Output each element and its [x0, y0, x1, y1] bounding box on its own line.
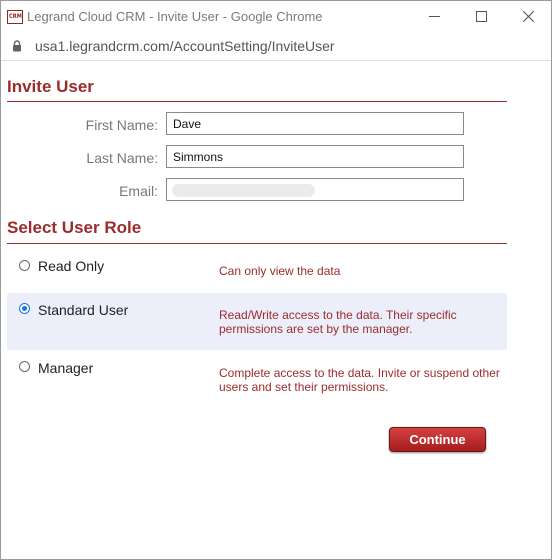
lock-icon [13, 40, 21, 52]
role-name: Manager [38, 360, 94, 376]
close-button[interactable] [506, 1, 551, 32]
standard-user-radio[interactable] [19, 303, 30, 314]
section-divider [7, 101, 507, 102]
minimize-icon [429, 16, 440, 17]
browser-window: CRM Legrand Cloud CRM - Invite User - Go… [0, 0, 552, 560]
email-label: Email: [119, 183, 158, 199]
section-divider [7, 243, 507, 244]
url-text[interactable]: usa1.legrandcrm.com/AccountSetting/Invit… [35, 38, 335, 54]
invite-user-page: Invite User First Name: Last Name: Email… [1, 60, 551, 560]
close-icon [523, 11, 534, 22]
role-option-standard-user[interactable]: Standard User Read/Write access to the d… [7, 293, 507, 350]
continue-button[interactable]: Continue [389, 427, 486, 452]
invite-user-heading: Invite User [7, 77, 94, 96]
address-bar[interactable]: usa1.legrandcrm.com/AccountSetting/Invit… [1, 32, 551, 60]
last-name-label: Last Name: [86, 150, 158, 166]
crm-logo-icon: CRM [7, 10, 23, 24]
role-option-read-only[interactable]: Read Only Can only view the data [7, 249, 507, 299]
role-description: Read/Write access to the data. Their spe… [219, 308, 457, 336]
first-name-label: First Name: [85, 117, 158, 133]
role-description: Can only view the data [219, 264, 341, 278]
window-title: Legrand Cloud CRM - Invite User - Google… [27, 9, 323, 24]
first-name-field[interactable] [166, 112, 464, 135]
redacted-email [172, 184, 315, 197]
role-option-manager[interactable]: Manager Complete access to the data. Inv… [7, 351, 507, 411]
minimize-button[interactable] [412, 1, 457, 32]
last-name-field[interactable] [166, 145, 464, 168]
read-only-radio[interactable] [19, 260, 30, 271]
role-name: Standard User [38, 302, 129, 318]
role-description: Complete access to the data. Invite or s… [219, 366, 500, 394]
select-user-role-heading: Select User Role [7, 218, 142, 237]
title-bar: CRM Legrand Cloud CRM - Invite User - Go… [1, 1, 551, 32]
manager-radio[interactable] [19, 361, 30, 372]
maximize-button[interactable] [459, 1, 504, 32]
role-name: Read Only [38, 258, 105, 274]
maximize-icon [476, 11, 487, 22]
